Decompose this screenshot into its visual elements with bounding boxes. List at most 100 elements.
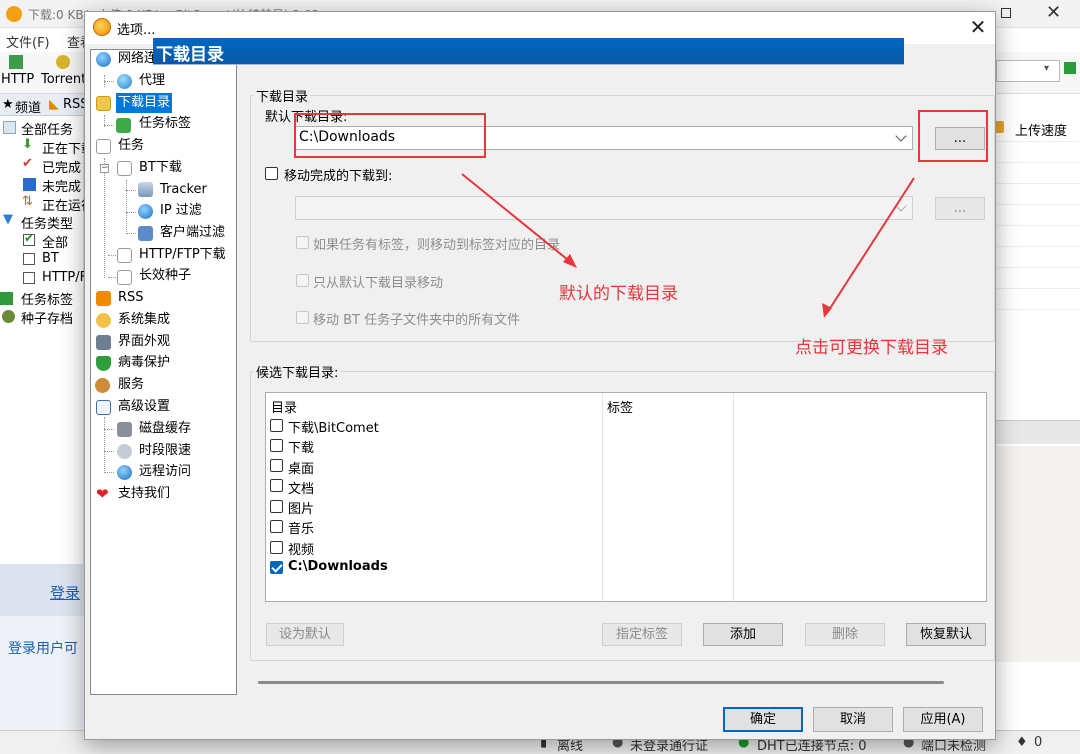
row-checkbox[interactable] xyxy=(270,439,283,452)
tree-line xyxy=(104,125,114,126)
go-arrow-icon[interactable] xyxy=(1064,62,1076,74)
tree-type-bt[interactable]: BT xyxy=(42,251,59,266)
downloading-icon: ⬇ xyxy=(22,137,33,152)
row-checkbox[interactable] xyxy=(270,541,283,554)
login-link[interactable]: 登录 xyxy=(50,582,80,603)
tree-incomplete[interactable]: 未完成 xyxy=(42,176,81,195)
set-default-button[interactable]: 设为默认 xyxy=(266,623,344,646)
row-checkbox[interactable] xyxy=(270,500,283,513)
bg-right-lower-tabs xyxy=(996,420,1080,444)
move-completed-label: 移动完成的下载到: xyxy=(284,169,393,184)
delete-button[interactable]: 删除 xyxy=(805,623,885,646)
column-upload-speed[interactable]: 上传速度 xyxy=(1015,120,1067,139)
row-checkbox-checked[interactable] xyxy=(270,561,283,574)
globe-icon xyxy=(96,52,111,67)
close-icon[interactable]: ✕ xyxy=(1046,2,1061,23)
advanced-settings-icon xyxy=(96,400,111,415)
nav-support-us[interactable]: 支持我们 xyxy=(118,484,170,504)
nav-task[interactable]: 任务 xyxy=(118,136,144,156)
tab-channel[interactable]: 频道 xyxy=(15,97,41,116)
tree-type-all[interactable]: 全部 xyxy=(42,232,68,251)
tree-line xyxy=(126,180,127,234)
tree-task-tags[interactable]: 任务标签 xyxy=(21,289,73,308)
nav-appearance[interactable]: 界面外观 xyxy=(118,332,170,352)
filter-icon: ▼ xyxy=(3,212,13,227)
add-button[interactable]: 添加 xyxy=(703,623,783,646)
nav-client-filter[interactable]: 客户端过滤 xyxy=(160,223,225,243)
annotation-box-browse xyxy=(918,110,988,162)
horizontal-scrollbar[interactable] xyxy=(258,681,944,684)
bg-search-combo[interactable] xyxy=(996,60,1060,82)
list-item-selected[interactable]: C:\Downloads xyxy=(288,559,388,574)
checkbox-http[interactable] xyxy=(23,272,35,284)
apply-button[interactable]: 应用(A) xyxy=(903,707,983,732)
tag-icon xyxy=(0,292,13,305)
ok-button[interactable]: 确定 xyxy=(723,707,803,732)
collapse-expander[interactable]: − xyxy=(100,164,109,173)
nav-long-seed[interactable]: 长效种子 xyxy=(139,266,191,286)
bitcomet-logo-icon xyxy=(93,18,111,36)
list-item[interactable]: 视频 xyxy=(288,539,314,558)
row-checkbox[interactable] xyxy=(270,479,283,492)
maximize-icon[interactable] xyxy=(1001,8,1011,18)
cancel-button[interactable]: 取消 xyxy=(813,707,893,732)
checkbox-all[interactable]: ✔ xyxy=(23,231,35,246)
browse-move-dir-button[interactable]: ... xyxy=(935,197,985,220)
tree-completed[interactable]: 已完成 xyxy=(42,157,81,176)
list-item[interactable]: 音乐 xyxy=(288,518,314,537)
bt-subfolder-checkbox[interactable] xyxy=(296,311,309,324)
nav-rss[interactable]: RSS xyxy=(118,288,144,308)
list-item[interactable]: 下载 xyxy=(288,437,314,456)
list-item[interactable]: 图片 xyxy=(288,498,314,517)
tree-line xyxy=(104,472,114,473)
annotation-box-default-dir xyxy=(294,113,486,158)
move-completed-combo[interactable] xyxy=(295,196,913,220)
nav-remote-access[interactable]: 远程访问 xyxy=(139,462,191,482)
chevron-down-icon: ▾ xyxy=(1044,63,1050,74)
list-item[interactable]: 文档 xyxy=(288,478,314,497)
nav-proxy[interactable]: 代理 xyxy=(139,71,165,91)
list-item[interactable]: 桌面 xyxy=(288,458,314,477)
nav-system-integration[interactable]: 系统集成 xyxy=(118,310,170,330)
completed-icon: ✔ xyxy=(22,156,33,171)
close-icon[interactable]: ✕ xyxy=(965,14,991,40)
all-tasks-icon xyxy=(3,121,16,134)
row-checkbox[interactable] xyxy=(270,419,283,432)
default-only-label: 只从默认下载目录移动 xyxy=(313,276,444,291)
nav-time-limit[interactable]: 时段限速 xyxy=(139,441,191,461)
shield-icon xyxy=(96,356,111,371)
toolbar-torrent[interactable]: Torrent xyxy=(41,72,86,87)
column-header-dir[interactable]: 目录 xyxy=(271,397,297,416)
menu-file[interactable]: 文件(F) xyxy=(6,32,50,51)
nav-service[interactable]: 服务 xyxy=(118,375,144,395)
folder-icon xyxy=(96,96,111,111)
nav-tracker[interactable]: Tracker xyxy=(160,180,207,200)
appearance-icon xyxy=(96,335,111,350)
move-completed-checkbox[interactable] xyxy=(265,167,278,180)
nav-advanced[interactable]: 高级设置 xyxy=(118,397,170,417)
list-item[interactable]: 下载\BitComet xyxy=(288,417,379,436)
restore-default-button[interactable]: 恢复默认 xyxy=(906,623,986,646)
nav-bt-download[interactable]: BT下载 xyxy=(139,158,182,178)
row-checkbox[interactable] xyxy=(270,520,283,533)
nav-http-ftp[interactable]: HTTP/FTP下载 xyxy=(139,245,226,265)
tree-task-type[interactable]: 任务类型 xyxy=(21,213,73,232)
toolbar-http[interactable]: HTTP xyxy=(1,72,34,87)
default-only-checkbox[interactable] xyxy=(296,274,309,287)
nav-ip-filter[interactable]: IP 过滤 xyxy=(160,201,202,221)
checkbox-bt[interactable] xyxy=(23,253,35,265)
tag-move-checkbox[interactable] xyxy=(296,236,309,249)
tracker-server-icon xyxy=(138,182,153,197)
nav-download-dir[interactable]: 下载目录 xyxy=(116,93,173,113)
column-header-tag[interactable]: 标签 xyxy=(607,397,633,416)
tag-move-label: 如果任务有标签，则移动到标签对应的目录 xyxy=(313,238,561,253)
assign-tag-button[interactable]: 指定标签 xyxy=(602,623,682,646)
nav-disk-cache[interactable]: 磁盘缓存 xyxy=(139,419,191,439)
tree-line xyxy=(104,158,105,278)
row-checkbox[interactable] xyxy=(270,459,283,472)
nav-task-tags[interactable]: 任务标签 xyxy=(139,114,191,134)
nav-virus-protection[interactable]: 病毒保护 xyxy=(118,353,170,373)
dialog-title: 选项... xyxy=(117,23,156,38)
tree-all-tasks[interactable]: 全部任务 xyxy=(21,119,73,138)
tree-seed-archive[interactable]: 种子存档 xyxy=(21,308,73,327)
